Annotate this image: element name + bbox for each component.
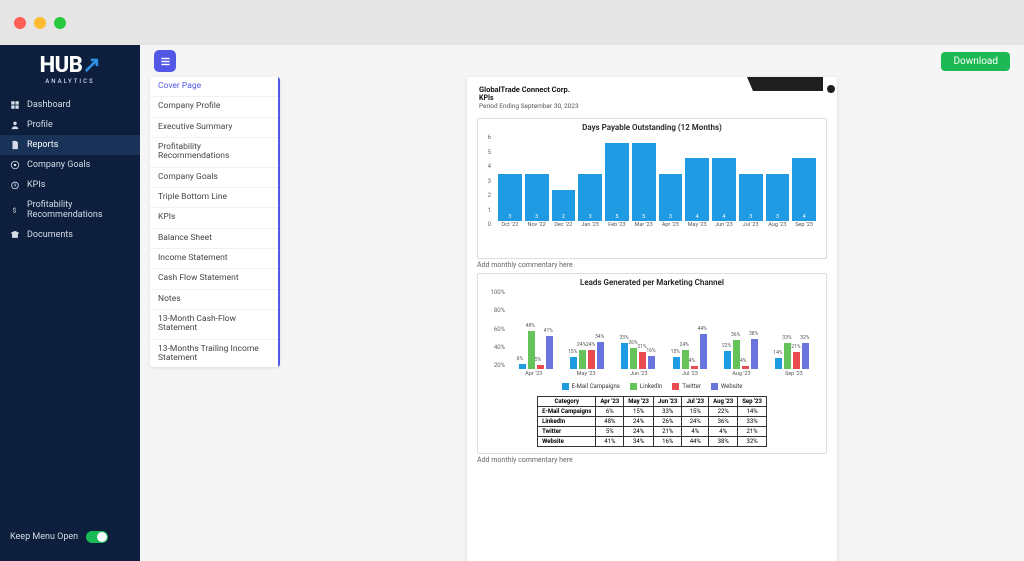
sidebar-keep-open-label: Keep Menu Open — [10, 532, 78, 542]
list-icon — [160, 56, 171, 67]
sidebar-item-label: Company Goals — [27, 160, 90, 170]
sidebar-item-profile[interactable]: Profile — [0, 115, 140, 135]
report-outline: Cover PageCompany ProfileExecutive Summa… — [150, 77, 280, 367]
bar: 4May '23 — [685, 158, 709, 228]
bar: 2Dec '22 — [552, 190, 576, 228]
chart-title: Days Payable Outstanding (12 Months) — [484, 123, 820, 132]
report-period: Period Ending September 30, 2023 — [479, 102, 825, 110]
bar-group: 22%36%4%38% — [724, 289, 758, 369]
outline-item[interactable]: 13-Months Trailing Income Statement — [150, 340, 278, 367]
bar-group: 15%24%24%34% — [570, 289, 604, 369]
legend-item: E-Mail Campaigns — [562, 383, 620, 390]
bar: 3Jan '23 — [578, 174, 602, 228]
window-close-dot[interactable] — [14, 17, 26, 29]
outline-item[interactable]: Company Profile — [150, 97, 278, 117]
bar-group: 33%26%21%16% — [621, 289, 655, 369]
bar-group: 15%24%4%44% — [673, 289, 707, 369]
report-page: GlobalTrade Connect Corp. KPIs Period En… — [467, 77, 837, 561]
page-corner-graphic — [727, 77, 837, 95]
report-section: KPIs — [479, 94, 825, 102]
chart-leads: Leads Generated per Marketing Channel 10… — [477, 273, 827, 454]
bar: 3Jul '23 — [739, 174, 763, 228]
bar: 4Sep '23 — [792, 158, 816, 228]
outline-item[interactable]: Cash Flow Statement — [150, 269, 278, 289]
outline-item[interactable]: Balance Sheet — [150, 229, 278, 249]
bar: 3Nov '22 — [525, 174, 549, 228]
sidebar-item-label: Documents — [27, 230, 73, 240]
toggle-on-icon[interactable] — [86, 531, 108, 543]
bar: 4Jun '23 — [712, 158, 736, 228]
logo: HUB↗ ANALYTICS — [0, 45, 140, 89]
outline-item[interactable]: Executive Summary — [150, 118, 278, 138]
bar: 5Mar '23 — [632, 143, 656, 228]
bar: 3Aug '23 — [766, 174, 790, 228]
sidebar-item-kpis[interactable]: KPIs — [0, 175, 140, 195]
legend-item: Website — [711, 383, 742, 390]
sidebar-item-profitability-recommendations[interactable]: $ Profitability Recommendations — [0, 195, 140, 225]
outline-item[interactable]: Income Statement — [150, 249, 278, 269]
outline-toggle-button[interactable] — [154, 50, 176, 72]
svg-text:$: $ — [13, 207, 17, 215]
browser-chrome — [0, 0, 1024, 45]
outline-item[interactable]: Triple Bottom Line — [150, 188, 278, 208]
logo-text: HUB — [40, 53, 83, 78]
legend-item: Twitter — [672, 383, 701, 390]
bar: 3Apr '23 — [659, 174, 683, 228]
sidebar-item-company-goals[interactable]: Company Goals — [0, 155, 140, 175]
outline-item[interactable]: 13-Month Cash-Flow Statement — [150, 310, 278, 340]
outline-item[interactable]: Company Goals — [150, 168, 278, 188]
commentary-placeholder[interactable]: Add monthly commentary here — [477, 456, 827, 464]
sidebar-item-label: Dashboard — [27, 100, 71, 110]
window-min-dot[interactable] — [34, 17, 46, 29]
sidebar-item-dashboard[interactable]: Dashboard — [0, 95, 140, 115]
leads-table: CategoryApr '23May '23Jun '23Jul '23Aug … — [537, 396, 767, 447]
sidebar-item-reports[interactable]: Reports — [0, 135, 140, 155]
logo-subtext: ANALYTICS — [0, 78, 140, 85]
sidebar-item-label: KPIs — [27, 180, 45, 190]
bar: 3Oct '22 — [498, 174, 522, 228]
sidebar-item-label: Profitability Recommendations — [27, 200, 130, 220]
chart-title: Leads Generated per Marketing Channel — [484, 278, 820, 287]
outline-item[interactable]: Cover Page — [150, 77, 278, 97]
legend-item: LinkedIn — [630, 383, 663, 390]
sidebar-item-documents[interactable]: Documents — [0, 225, 140, 245]
commentary-placeholder[interactable]: Add monthly commentary here — [477, 261, 827, 269]
chart-dpo: Days Payable Outstanding (12 Months) 654… — [477, 118, 827, 259]
outline-item[interactable]: Profitability Recommendations — [150, 138, 278, 168]
sidebar-keep-open[interactable]: Keep Menu Open — [10, 531, 108, 543]
sidebar-item-label: Profile — [27, 120, 53, 130]
download-button[interactable]: Download — [941, 52, 1010, 71]
outline-item[interactable]: Notes — [150, 290, 278, 310]
bar-group: 6%48%5%41% — [519, 289, 553, 369]
sidebar: HUB↗ ANALYTICS Dashboard Profile Reports Co… — [0, 45, 140, 561]
outline-item[interactable]: KPIs — [150, 208, 278, 228]
window-max-dot[interactable] — [54, 17, 66, 29]
sidebar-item-label: Reports — [27, 140, 58, 150]
bar-group: 14%33%21%32% — [775, 289, 809, 369]
bar: 5Feb '23 — [605, 143, 629, 228]
